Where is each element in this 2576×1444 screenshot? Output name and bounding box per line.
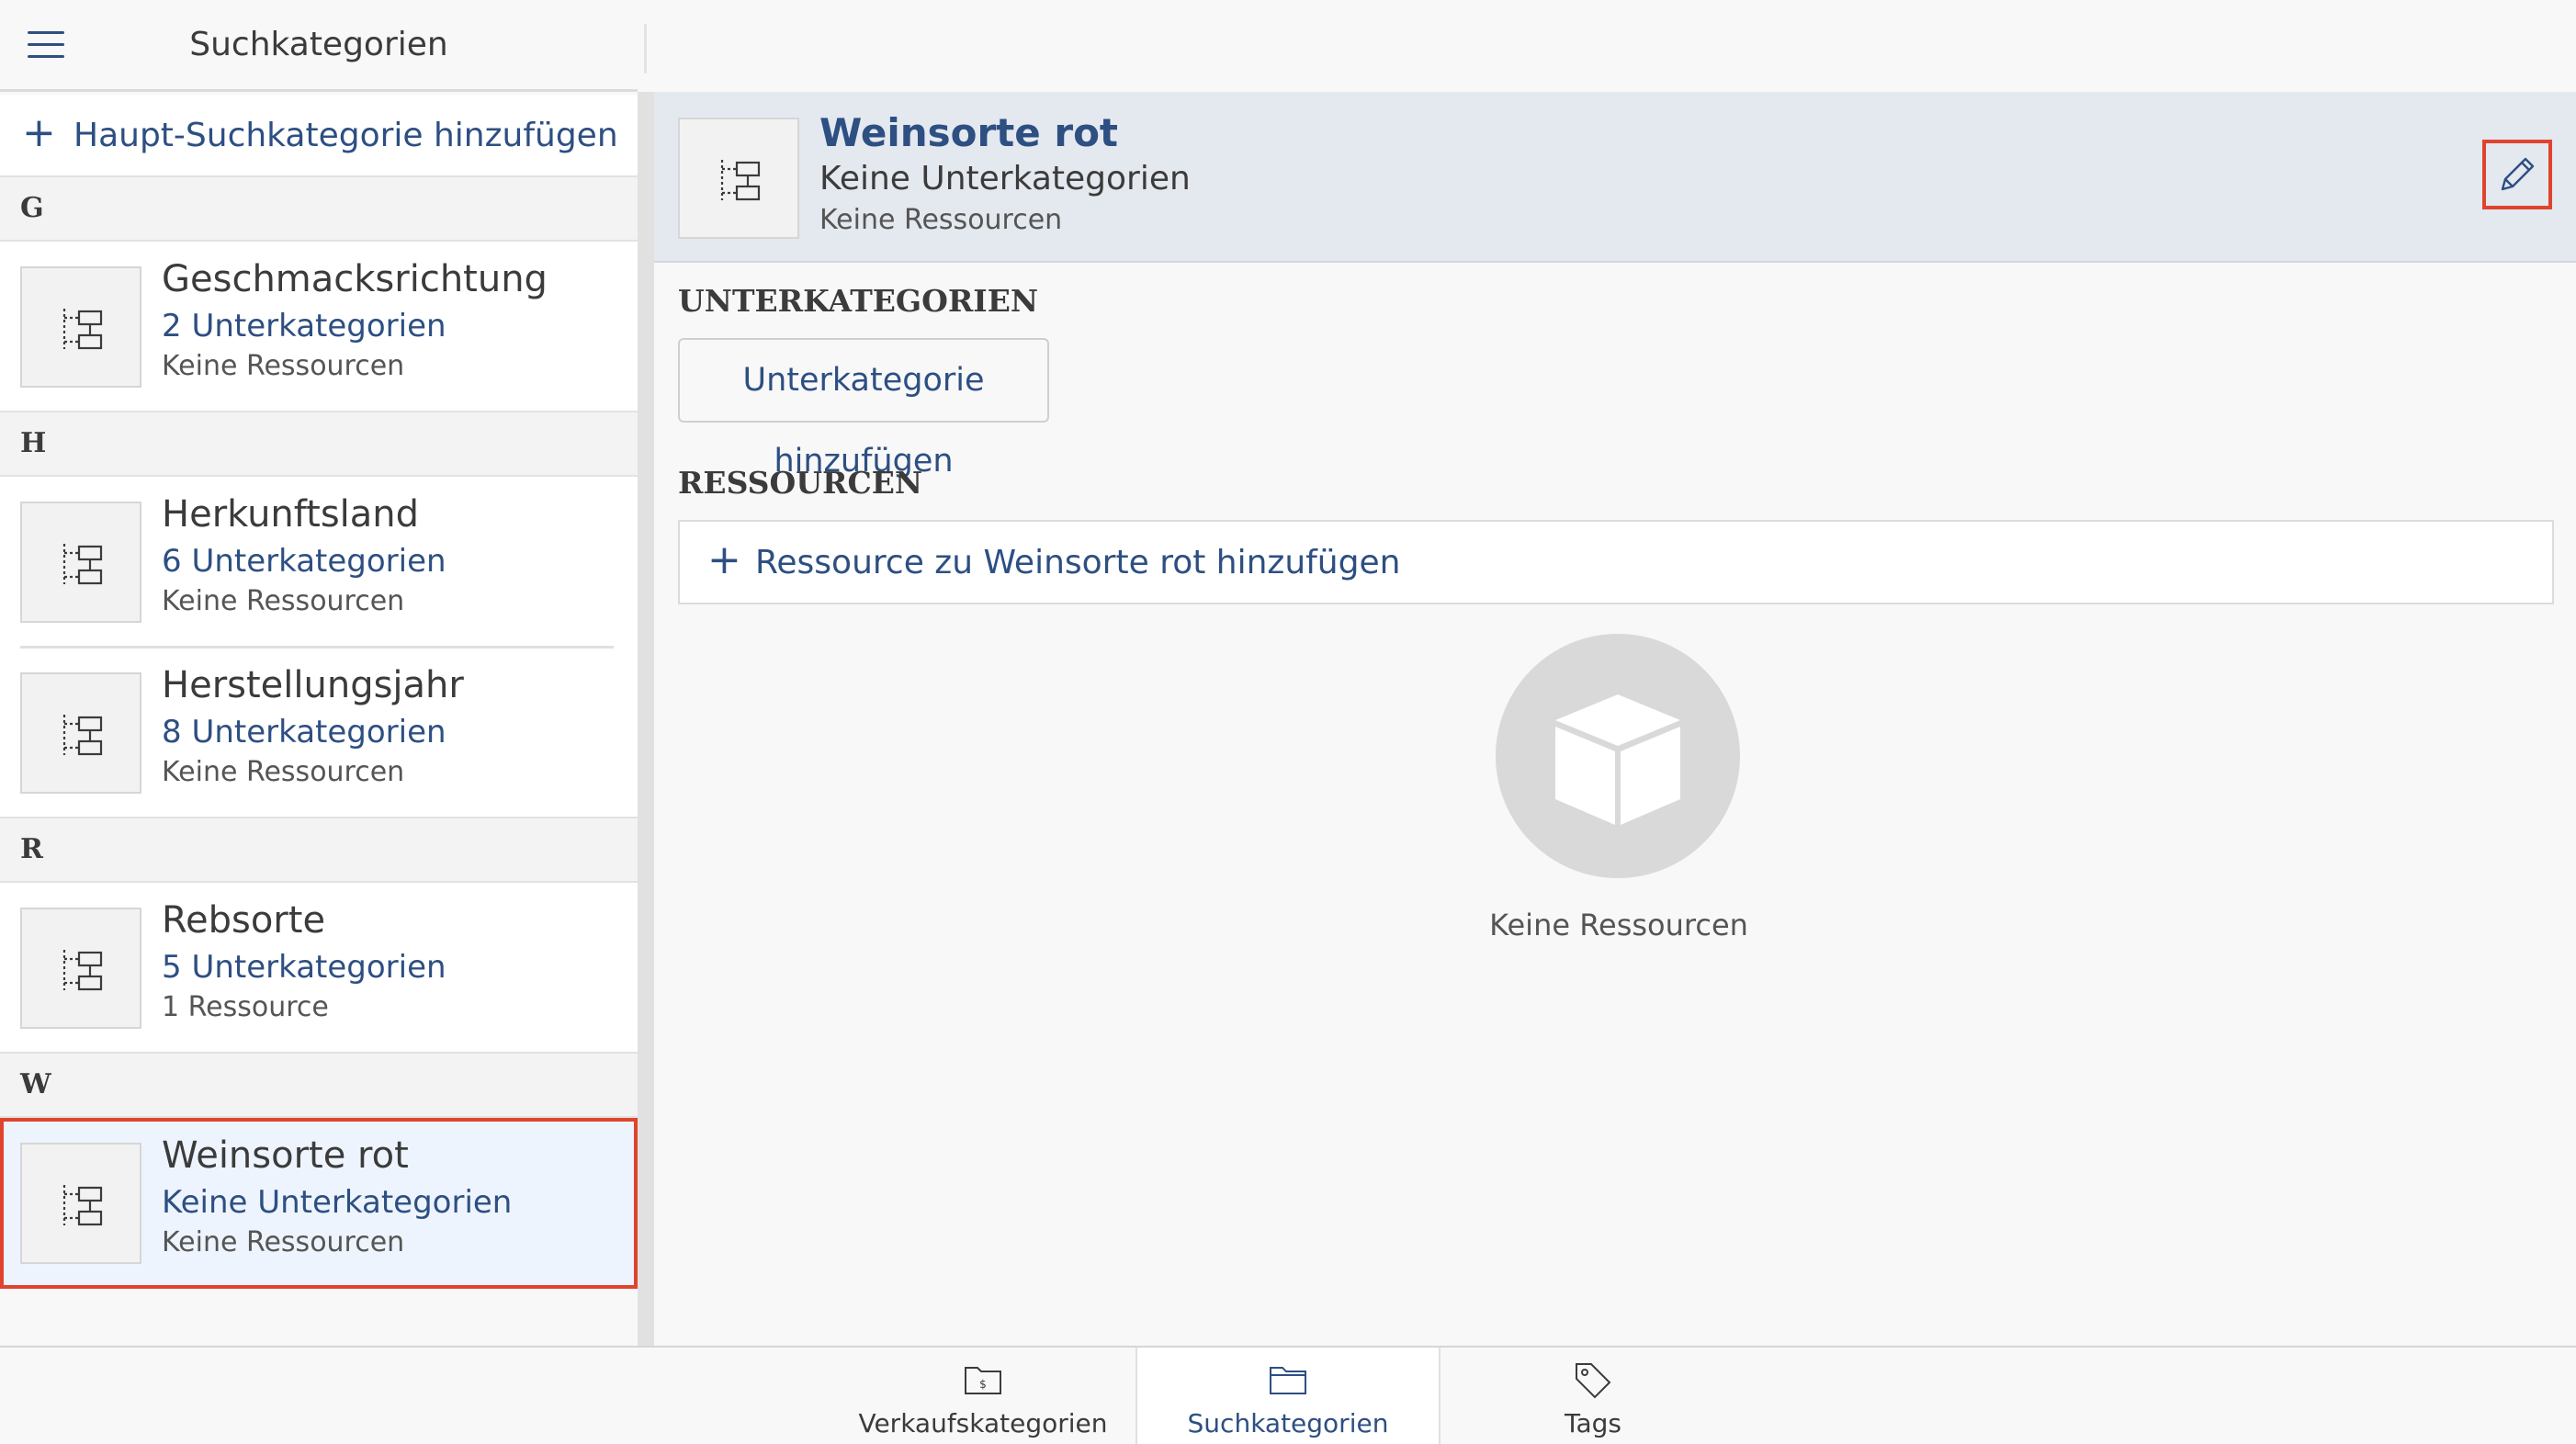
category-resources: 1 Ressource — [162, 991, 329, 1023]
detail-pane: Weinsorte rot Keine Unterkategorien Kein… — [654, 0, 2576, 1346]
detail-title: Weinsorte rot — [819, 110, 1119, 155]
category-subcount: 2 Unterkategorien — [162, 308, 446, 344]
category-tree-icon — [20, 908, 141, 1029]
category-name: Herstellungsjahr — [162, 664, 464, 706]
tab-verkaufskategorien[interactable]: $ Verkaufskategorien — [830, 1348, 1135, 1444]
category-resources: Keine Ressourcen — [162, 350, 405, 382]
sidebar-header: Suchkategorien — [0, 0, 638, 92]
category-tree-icon — [20, 672, 141, 794]
add-subcategory-button[interactable]: Unterkategorie hinzufügen — [678, 338, 1049, 479]
category-resources: Keine Ressourcen — [162, 1226, 405, 1258]
resources-title: RESSOURCEN — [678, 465, 923, 501]
category-tree-icon — [678, 118, 799, 239]
tag-icon — [1441, 1360, 1746, 1401]
tab-label: Verkaufskategorien — [858, 1408, 1108, 1438]
add-resource-label: Ressource zu Weinsorte rot hinzufügen — [755, 544, 1401, 581]
section-header-w: W — [0, 1054, 638, 1118]
pencil-icon — [2501, 157, 2535, 191]
tab-label: Tags — [1565, 1408, 1621, 1438]
list-item-rebsorte[interactable]: Rebsorte 5 Unterkategorien 1 Ressource — [0, 883, 638, 1054]
detail-subcount: Keine Unterkategorien — [819, 160, 1191, 197]
bottom-tab-bar: $ Verkaufskategorien Suchkategorien Tags — [0, 1346, 2576, 1444]
category-name: Herkunftsland — [162, 493, 420, 536]
plus-icon: + — [707, 536, 741, 583]
section-header-r: R — [0, 818, 638, 883]
category-name: Weinsorte rot — [162, 1134, 409, 1177]
split-divider[interactable] — [638, 0, 654, 1346]
section-header-g: G — [0, 177, 638, 242]
edit-button[interactable] — [2482, 140, 2552, 209]
sidebar-title: Suchkategorien — [189, 26, 448, 63]
detail-resources: Keine Ressourcen — [819, 204, 1063, 236]
svg-text:$: $ — [979, 1378, 987, 1391]
category-resources: Keine Ressourcen — [162, 756, 405, 788]
empty-resources-text: Keine Ressourcen — [1489, 908, 1748, 942]
category-resources: Keine Ressourcen — [162, 585, 405, 617]
list-item-herkunftsland[interactable]: Herkunftsland 6 Unterkategorien Keine Re… — [0, 477, 638, 648]
section-letter: H — [20, 427, 47, 459]
list-item-geschmacksrichtung[interactable]: Geschmacksrichtung 2 Unterkategorien Kei… — [0, 242, 638, 412]
tab-tags[interactable]: Tags — [1441, 1348, 1746, 1444]
section-letter: G — [20, 192, 44, 224]
category-subcount: 5 Unterkategorien — [162, 949, 446, 986]
subcategories-title: UNTERKATEGORIEN — [678, 283, 1039, 319]
category-subcount: 8 Unterkategorien — [162, 714, 446, 750]
plus-icon: + — [22, 109, 56, 156]
folder-dollar-icon: $ — [830, 1360, 1135, 1401]
category-tree-icon — [20, 266, 141, 388]
detail-top-bar — [654, 0, 2576, 92]
add-resource-button[interactable]: + Ressource zu Weinsorte rot hinzufügen — [678, 520, 2554, 604]
category-name: Rebsorte — [162, 899, 326, 942]
sidebar: Suchkategorien + Haupt-Suchkategorie hin… — [0, 0, 638, 1346]
list-item-weinsorte-rot[interactable]: Weinsorte rot Keine Unterkategorien Kein… — [0, 1118, 638, 1289]
box-icon — [1496, 634, 1740, 878]
category-subcount: 6 Unterkategorien — [162, 543, 446, 580]
list-group-h: Herkunftsland 6 Unterkategorien Keine Re… — [0, 477, 638, 818]
folder-icon — [1137, 1360, 1439, 1401]
detail-header: Weinsorte rot Keine Unterkategorien Kein… — [654, 92, 2576, 263]
section-letter: W — [20, 1068, 51, 1100]
category-tree-icon — [20, 502, 141, 623]
category-name: Geschmacksrichtung — [162, 258, 548, 300]
category-subcount: Keine Unterkategorien — [162, 1184, 513, 1221]
add-main-category-label: Haupt-Suchkategorie hinzufügen — [73, 117, 618, 154]
section-letter: R — [20, 833, 43, 865]
add-main-category-button[interactable]: + Haupt-Suchkategorie hinzufügen — [0, 95, 638, 177]
section-header-h: H — [0, 412, 638, 477]
tab-suchkategorien[interactable]: Suchkategorien — [1135, 1348, 1441, 1444]
tab-label: Suchkategorien — [1187, 1408, 1389, 1438]
list-item-herstellungsjahr[interactable]: Herstellungsjahr 8 Unterkategorien Keine… — [0, 648, 638, 818]
category-tree-icon — [20, 1143, 141, 1264]
